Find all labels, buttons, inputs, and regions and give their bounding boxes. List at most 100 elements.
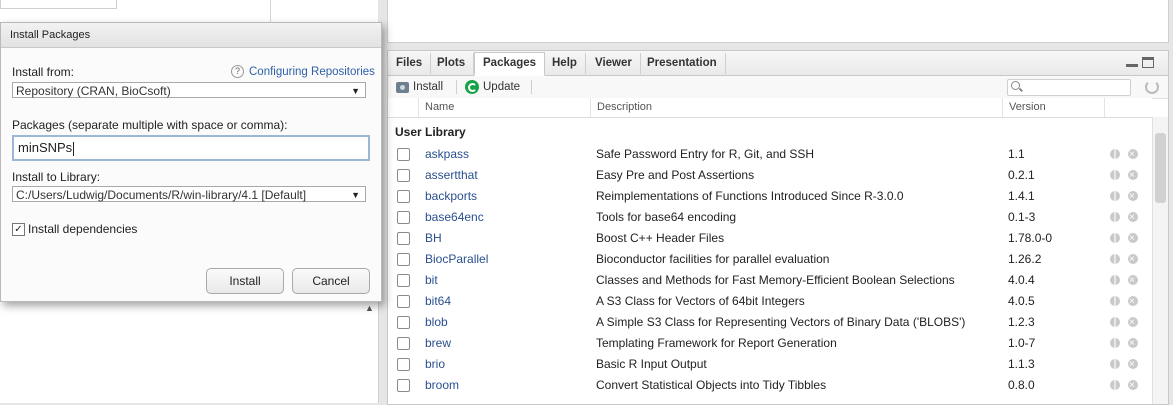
- install-dependencies-checkbox[interactable]: ✓: [12, 223, 25, 236]
- package-load-checkbox[interactable]: [397, 211, 410, 224]
- column-header-version[interactable]: Version: [1002, 98, 1104, 117]
- package-description: Tools for base64 encoding: [596, 210, 737, 224]
- package-description: Bioconductor facilities for parallel eva…: [596, 252, 830, 266]
- globe-icon[interactable]: [1110, 275, 1120, 285]
- package-load-checkbox[interactable]: [397, 379, 410, 392]
- globe-icon[interactable]: [1110, 149, 1120, 159]
- tab-packages[interactable]: Packages: [474, 52, 546, 76]
- package-row: assertthat Easy Pre and Post Assertions 0.…: [388, 165, 1152, 186]
- package-load-checkbox[interactable]: [397, 295, 410, 308]
- remove-package-icon[interactable]: [1128, 312, 1138, 333]
- pane-divider: [270, 0, 271, 22]
- package-load-checkbox[interactable]: [397, 274, 410, 287]
- library-select[interactable]: C:/Users/Ludwig/Documents/R/win-library/…: [12, 186, 366, 202]
- packages-input-value: minSNPs: [18, 140, 73, 155]
- package-load-checkbox[interactable]: [397, 148, 410, 161]
- globe-icon[interactable]: [1110, 254, 1120, 264]
- remove-package-icon[interactable]: [1128, 207, 1138, 228]
- package-load-checkbox[interactable]: [397, 253, 410, 266]
- package-name-link[interactable]: askpass: [425, 144, 469, 165]
- remove-package-icon[interactable]: [1128, 144, 1138, 165]
- install-from-select[interactable]: Repository (CRAN, BioCsoft) ▼: [12, 82, 366, 98]
- packages-input[interactable]: minSNPs: [12, 135, 370, 161]
- tab-viewer[interactable]: Viewer: [587, 53, 641, 74]
- tab-plots[interactable]: Plots: [429, 53, 475, 74]
- package-name-link[interactable]: bit: [425, 270, 438, 291]
- package-version: 1.4.1: [1008, 189, 1035, 203]
- remove-package-icon[interactable]: [1128, 228, 1138, 249]
- tab-presentation[interactable]: Presentation: [639, 53, 726, 74]
- scroll-up-arrow-icon[interactable]: ▲: [365, 303, 374, 313]
- package-load-checkbox[interactable]: [397, 232, 410, 245]
- console-pane: [0, 300, 379, 403]
- column-header-name[interactable]: Name: [418, 98, 591, 117]
- cancel-button[interactable]: Cancel: [292, 268, 370, 294]
- package-version: 1.1: [1008, 147, 1025, 161]
- column-header-description[interactable]: Description: [590, 98, 1002, 117]
- package-version: 0.8.0: [1008, 378, 1035, 392]
- package-name-link[interactable]: brew: [425, 333, 451, 354]
- package-row: BH Boost C++ Header Files 1.78.0-0: [388, 228, 1152, 249]
- vertical-scrollbar[interactable]: [1152, 117, 1168, 404]
- globe-icon[interactable]: [1110, 317, 1120, 327]
- package-load-checkbox[interactable]: [397, 316, 410, 329]
- package-version: 1.0-7: [1008, 336, 1036, 350]
- package-load-checkbox[interactable]: [397, 358, 410, 371]
- globe-icon[interactable]: [1110, 338, 1120, 348]
- package-name-link[interactable]: blob: [425, 312, 448, 333]
- text-caret: [73, 141, 75, 156]
- package-row: backports Reimplementations of Functions …: [388, 186, 1152, 207]
- package-search-input[interactable]: [1007, 79, 1131, 96]
- package-name-link[interactable]: BiocParallel: [425, 249, 488, 270]
- package-version: 0.1-3: [1008, 210, 1036, 224]
- packages-label: Packages (separate multiple with space o…: [12, 118, 288, 132]
- package-name-link[interactable]: BH: [425, 228, 442, 249]
- package-description: A Simple S3 Class for Representing Vecto…: [596, 315, 966, 329]
- package-name-link[interactable]: brio: [425, 354, 445, 375]
- remove-package-icon[interactable]: [1128, 333, 1138, 354]
- dropdown-arrow-icon: ▼: [351, 86, 360, 96]
- minimize-pane-icon[interactable]: [1126, 57, 1138, 67]
- remove-package-icon[interactable]: [1128, 375, 1138, 396]
- install-from-value: Repository (CRAN, BioCsoft): [16, 84, 171, 98]
- install-dependencies-label: Install dependencies: [28, 222, 138, 236]
- tab-help[interactable]: Help: [544, 53, 586, 74]
- globe-icon[interactable]: [1110, 233, 1120, 243]
- globe-icon[interactable]: [1110, 191, 1120, 201]
- package-description: Convert Statistical Objects into Tidy Ti…: [596, 378, 827, 392]
- globe-icon[interactable]: [1110, 212, 1120, 222]
- remove-package-icon[interactable]: [1128, 291, 1138, 312]
- install-packages-dialog: Install Packages Install from: ? Configu…: [0, 22, 382, 302]
- install-packages-button[interactable]: Install: [396, 78, 443, 96]
- remove-package-icon[interactable]: [1128, 249, 1138, 270]
- dialog-title: Install Packages: [1, 23, 381, 48]
- remove-package-icon[interactable]: [1128, 165, 1138, 186]
- package-name-link[interactable]: broom: [425, 375, 459, 396]
- update-packages-button[interactable]: Update: [465, 78, 520, 96]
- column-header-actions: [1104, 98, 1151, 117]
- package-row: bit64 A S3 Class for Vectors of 64bit Int…: [388, 291, 1152, 312]
- package-name-link[interactable]: backports: [425, 186, 477, 207]
- refresh-icon[interactable]: [1145, 80, 1159, 94]
- environment-pane: [387, 0, 1169, 43]
- package-load-checkbox[interactable]: [397, 169, 410, 182]
- remove-package-icon[interactable]: [1128, 354, 1138, 375]
- package-name-link[interactable]: assertthat: [425, 165, 478, 186]
- package-load-checkbox[interactable]: [397, 190, 410, 203]
- globe-icon[interactable]: [1110, 380, 1120, 390]
- update-label: Update: [483, 81, 521, 93]
- maximize-pane-icon[interactable]: [1142, 57, 1154, 68]
- globe-icon[interactable]: [1110, 359, 1120, 369]
- configuring-repositories-link[interactable]: ? Configuring Repositories: [231, 65, 375, 78]
- remove-package-icon[interactable]: [1128, 270, 1138, 291]
- globe-icon[interactable]: [1110, 296, 1120, 306]
- package-name-link[interactable]: bit64: [425, 291, 451, 312]
- install-button[interactable]: Install: [206, 268, 284, 294]
- remove-package-icon[interactable]: [1128, 186, 1138, 207]
- package-name-link[interactable]: base64enc: [425, 207, 484, 228]
- package-description: Classes and Methods for Fast Memory-Effi…: [596, 273, 955, 287]
- package-load-checkbox[interactable]: [397, 337, 410, 350]
- tab-files[interactable]: Files: [388, 53, 432, 74]
- scrollbar-thumb[interactable]: [1155, 133, 1166, 203]
- globe-icon[interactable]: [1110, 170, 1120, 180]
